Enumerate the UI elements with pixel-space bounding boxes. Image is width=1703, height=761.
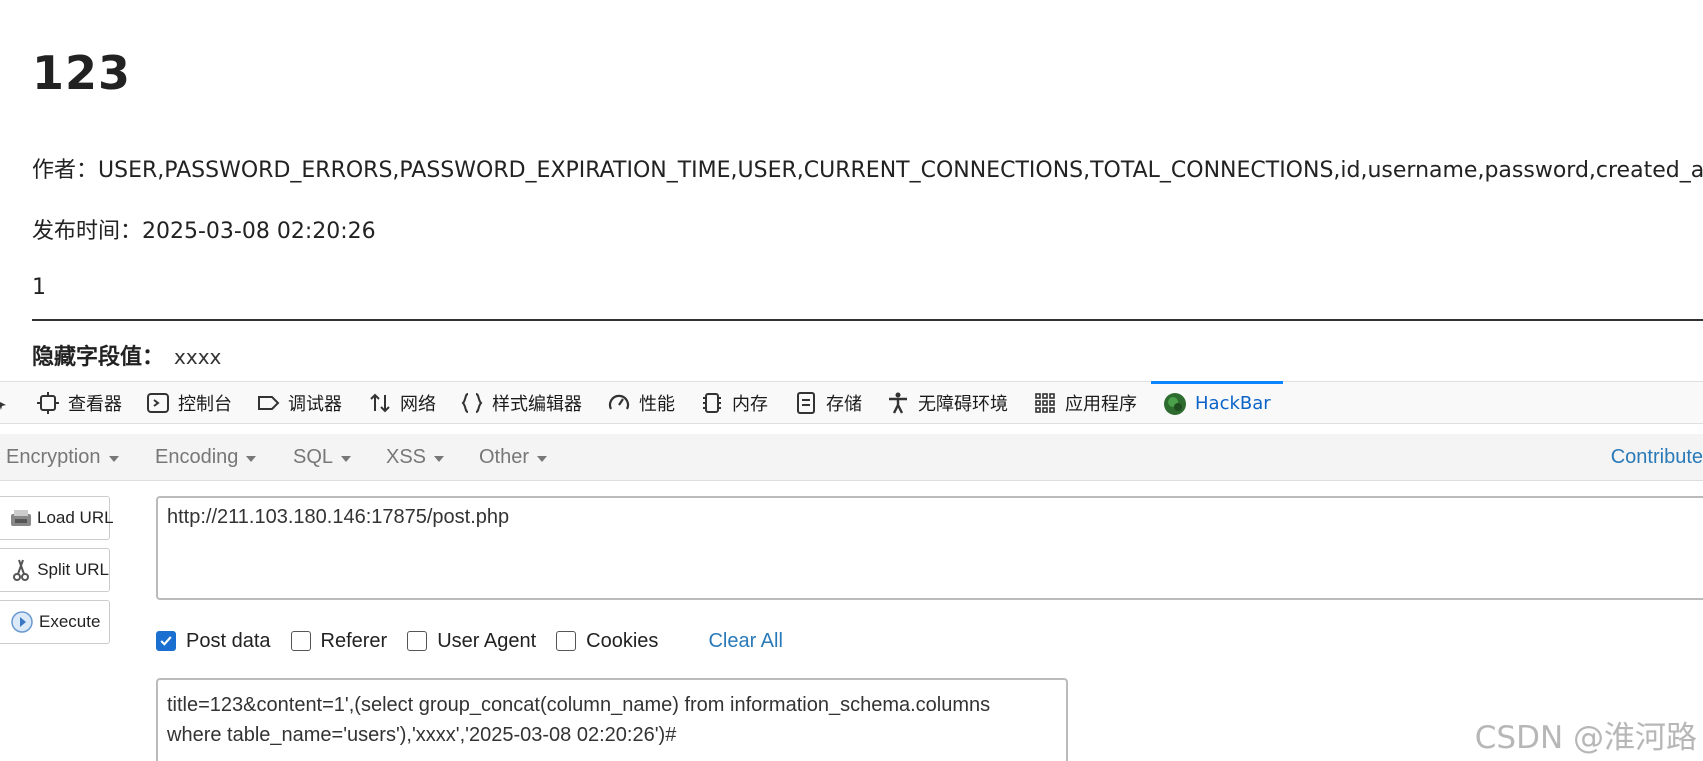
tab-label: 应用程序 [1065, 394, 1137, 415]
devtools-tab-bar: 查看器 控制台 调试器 网络 样式编辑器 性能 内存 存储 无障碍环境 应用程序… [0, 381, 1703, 424]
options-row: Post data Referer User Agent Cookies Cle… [156, 626, 783, 656]
button-label: Split URL [37, 560, 109, 579]
checkbox-checked[interactable] [156, 631, 176, 651]
menu-label: Encoding [155, 445, 239, 468]
post-data-line: where table_name='users'),'xxxx','2025-0… [167, 724, 677, 746]
inspector-icon [36, 391, 60, 415]
application-icon [1033, 391, 1057, 415]
hidden-field-label: 隐藏字段值： [32, 345, 165, 370]
checkbox-label: Cookies [586, 629, 659, 652]
checkbox-unchecked[interactable] [407, 631, 428, 651]
tab-network[interactable]: 网络 [368, 382, 436, 424]
checkbox-label: Post data [186, 629, 271, 652]
watermark: CSDN @淮河路 [1474, 720, 1697, 756]
hidden-field-row: 隐藏字段值： xxxx [32, 339, 221, 371]
caret-down-icon [434, 455, 445, 462]
tab-label: 样式编辑器 [492, 394, 582, 415]
article-content: 1 [32, 275, 46, 300]
menu-label: Encryption [6, 445, 101, 468]
tab-performance[interactable]: 性能 [607, 382, 675, 424]
scissors-icon [9, 557, 33, 583]
tab-label: 查看器 [68, 394, 122, 415]
checkbox-label: User Agent [437, 629, 537, 652]
tab-label: HackBar [1195, 393, 1271, 414]
tab-label: 性能 [639, 394, 675, 415]
load-url-button[interactable]: Load URL [0, 496, 114, 540]
caret-down-icon [246, 455, 257, 462]
tab-memory[interactable]: 内存 [700, 382, 768, 424]
tab-label: 控制台 [178, 394, 232, 415]
tab-inspector[interactable]: 查看器 [36, 382, 122, 424]
button-label: Load URL [37, 508, 114, 527]
tab-style-editor[interactable]: 样式编辑器 [460, 382, 582, 424]
debugger-icon [256, 391, 280, 415]
menu-xss[interactable]: XSS [386, 434, 445, 480]
publish-time-line: 发布时间：2025-03-08 02:20:26 [32, 219, 376, 244]
post-data-line: title=123&content=1',(select group_conca… [167, 694, 991, 716]
network-icon [368, 391, 392, 415]
menu-label: SQL [293, 445, 334, 468]
hidden-field-value: xxxx [174, 345, 222, 369]
post-data-checkbox[interactable]: Post data [156, 630, 271, 653]
execute-button[interactable]: Execute [0, 600, 110, 644]
play-icon [9, 609, 35, 635]
post-data-input[interactable]: title=123&content=1',(select group_conca… [156, 678, 1068, 761]
menu-sql[interactable]: SQL [293, 434, 352, 480]
checkbox-unchecked[interactable] [556, 631, 577, 651]
split-url-button[interactable]: Split URL [0, 548, 110, 592]
picker-icon [0, 391, 10, 415]
divider [32, 319, 1703, 321]
caret-down-icon [341, 455, 352, 462]
button-label: Execute [39, 612, 101, 631]
tab-label: 调试器 [288, 394, 342, 415]
tab-label: 内存 [732, 394, 768, 415]
tab-storage[interactable]: 存储 [794, 382, 862, 424]
checkbox-unchecked[interactable] [290, 631, 311, 651]
hackbar-icon [1163, 392, 1187, 416]
url-input[interactable]: http://211.103.180.146:17875/post.php [156, 496, 1703, 600]
checkbox-label: Referer [320, 629, 388, 652]
user-agent-checkbox[interactable]: User Agent [407, 630, 536, 653]
menu-encoding[interactable]: Encoding [155, 434, 257, 480]
tab-label: 网络 [400, 394, 436, 415]
element-picker-button[interactable] [0, 382, 18, 424]
menu-encryption[interactable]: Encryption [6, 434, 119, 480]
cookies-checkbox[interactable]: Cookies [556, 630, 658, 653]
performance-icon [607, 391, 631, 415]
storage-icon [794, 391, 818, 415]
page-title: 123 [32, 46, 132, 100]
contribute-link[interactable]: Contribute [1611, 434, 1703, 480]
accessibility-icon [886, 391, 910, 415]
console-icon [146, 391, 170, 415]
tab-label: 存储 [826, 394, 862, 415]
caret-down-icon [108, 455, 119, 462]
referer-checkbox[interactable]: Referer [290, 629, 388, 653]
menu-label: XSS [386, 445, 427, 468]
tab-label: 无障碍环境 [918, 394, 1008, 415]
tab-hackbar[interactable]: HackBar [1151, 381, 1283, 423]
tab-console[interactable]: 控制台 [146, 382, 232, 424]
clear-all-link[interactable]: Clear All [708, 630, 782, 653]
tab-application[interactable]: 应用程序 [1033, 382, 1137, 424]
tab-debugger[interactable]: 调试器 [256, 382, 342, 424]
author-line: 作者：USER,PASSWORD_ERRORS,PASSWORD_EXPIRAT… [32, 158, 1703, 183]
menu-other[interactable]: Other [479, 434, 548, 480]
load-url-icon [9, 505, 33, 531]
menu-label: Other [479, 445, 530, 468]
hackbar-menu-bar: Encryption Encoding SQL XSS Other Contri… [0, 434, 1703, 481]
caret-down-icon [537, 455, 548, 462]
style-editor-icon [460, 391, 484, 415]
memory-icon [700, 391, 724, 415]
tab-accessibility[interactable]: 无障碍环境 [886, 382, 1008, 424]
